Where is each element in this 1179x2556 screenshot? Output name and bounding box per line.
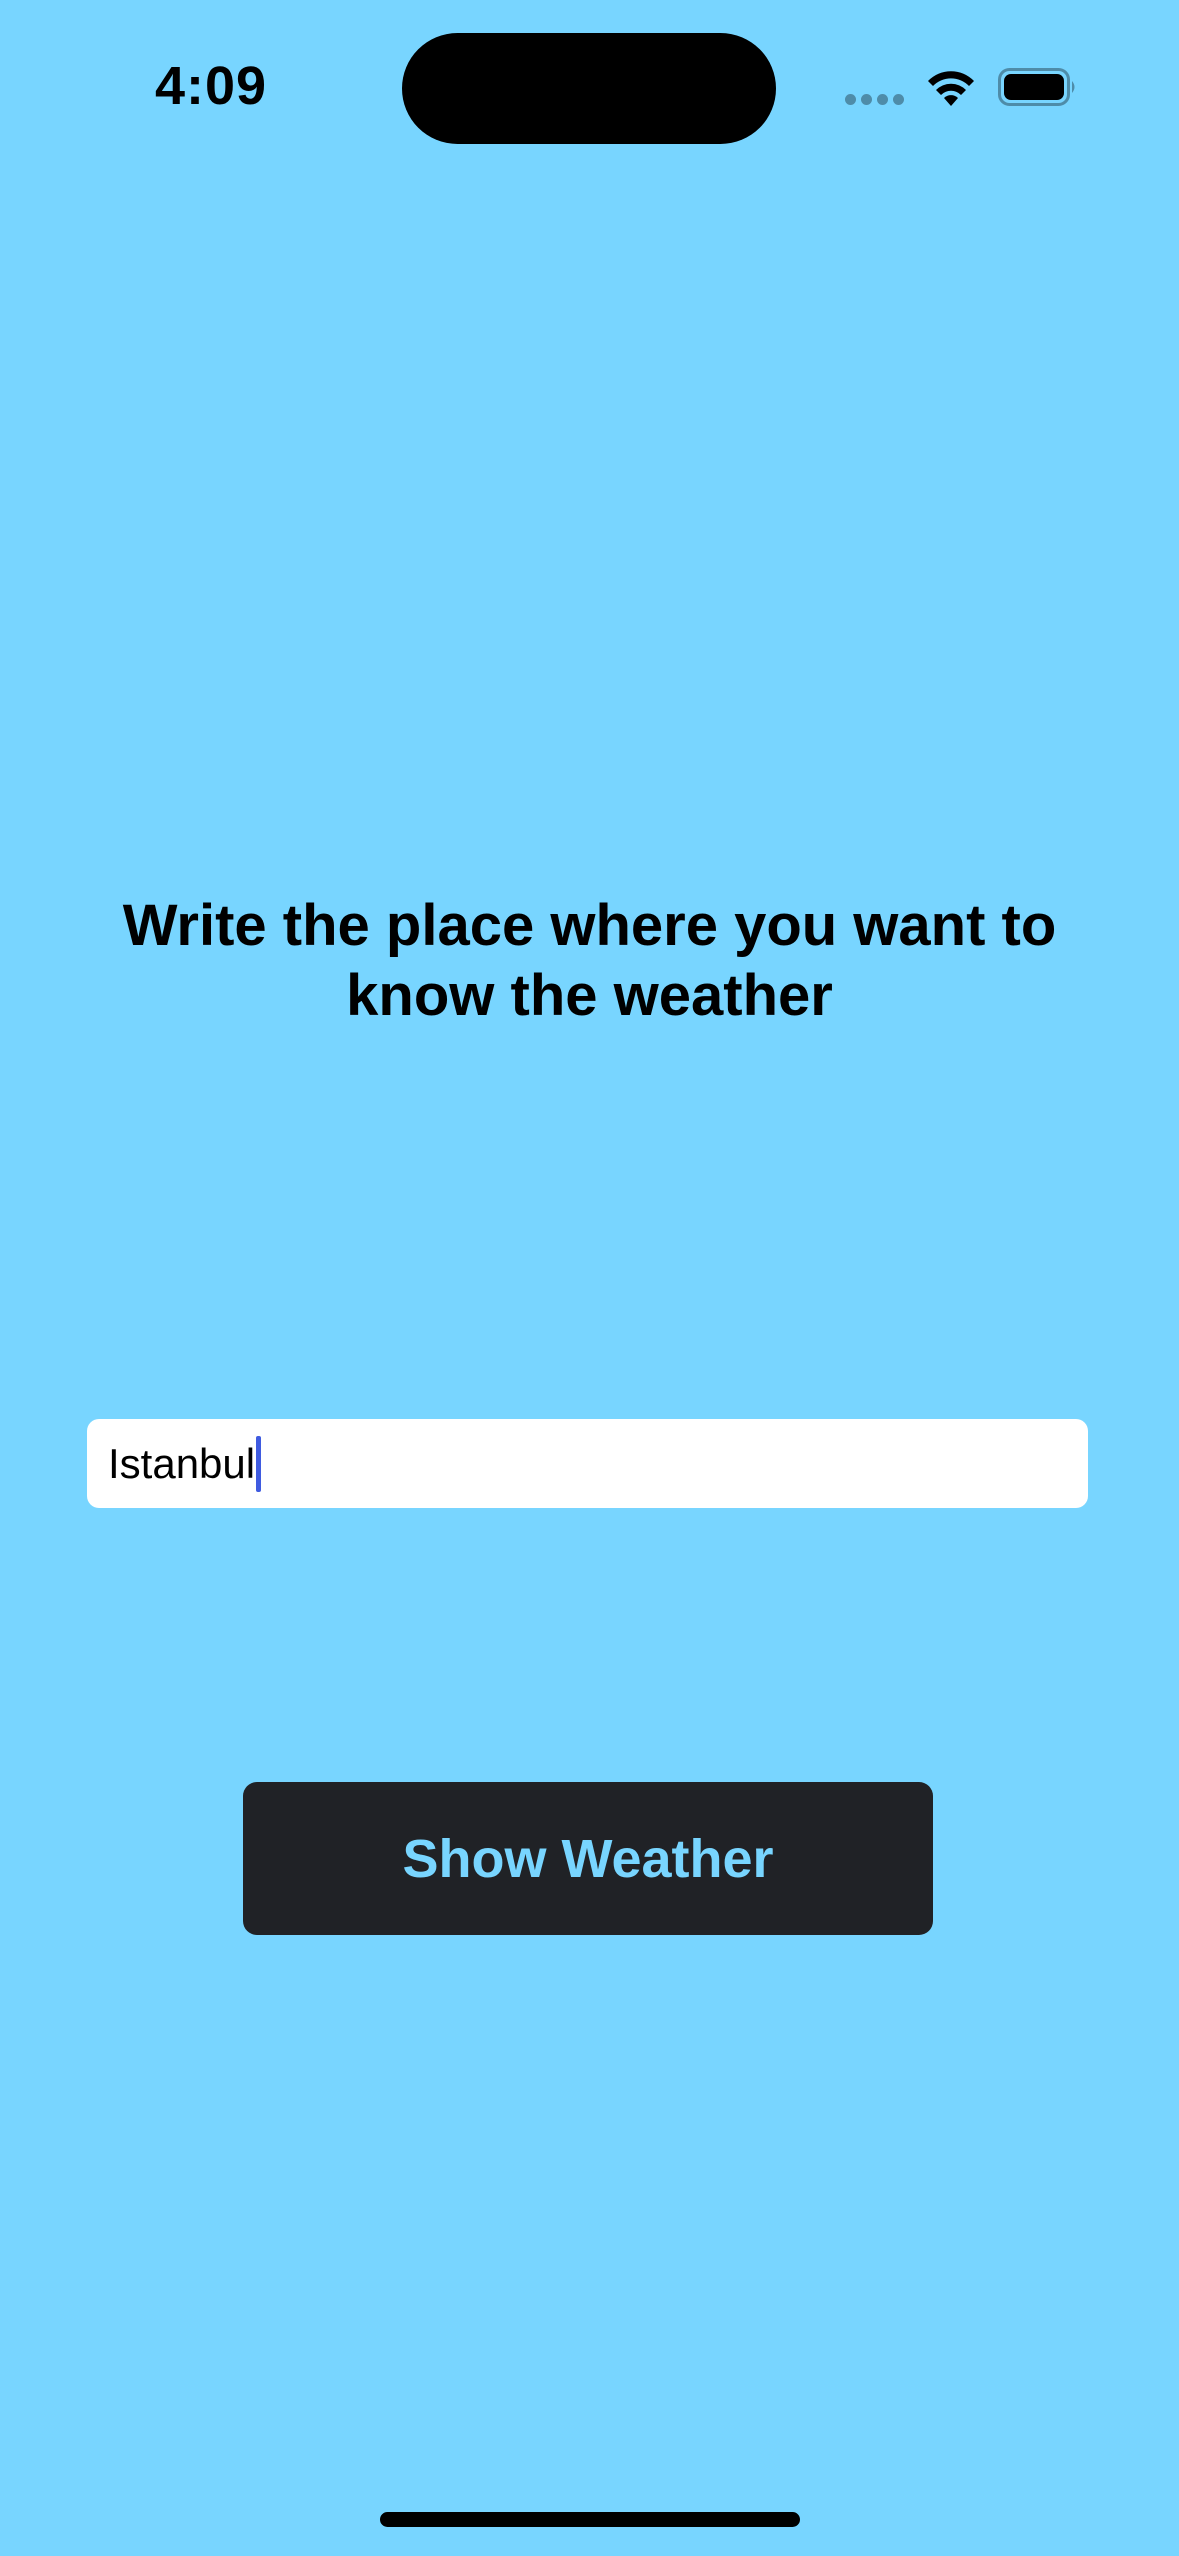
text-caret [256,1435,262,1492]
cellular-signal-icon [845,94,905,106]
status-time: 4:09 [155,56,268,116]
location-input-value: Istanbul [108,1439,256,1487]
home-indicator[interactable] [380,2512,800,2527]
dynamic-island [402,33,776,144]
show-weather-button[interactable]: Show Weather [243,1782,933,1935]
wifi-icon [928,71,974,106]
battery-icon [998,68,1075,106]
page-title: Write the place where you want to know t… [122,893,1057,1028]
location-input[interactable]: Istanbul [87,1419,1088,1508]
status-bar: 4:09 [0,0,1179,180]
